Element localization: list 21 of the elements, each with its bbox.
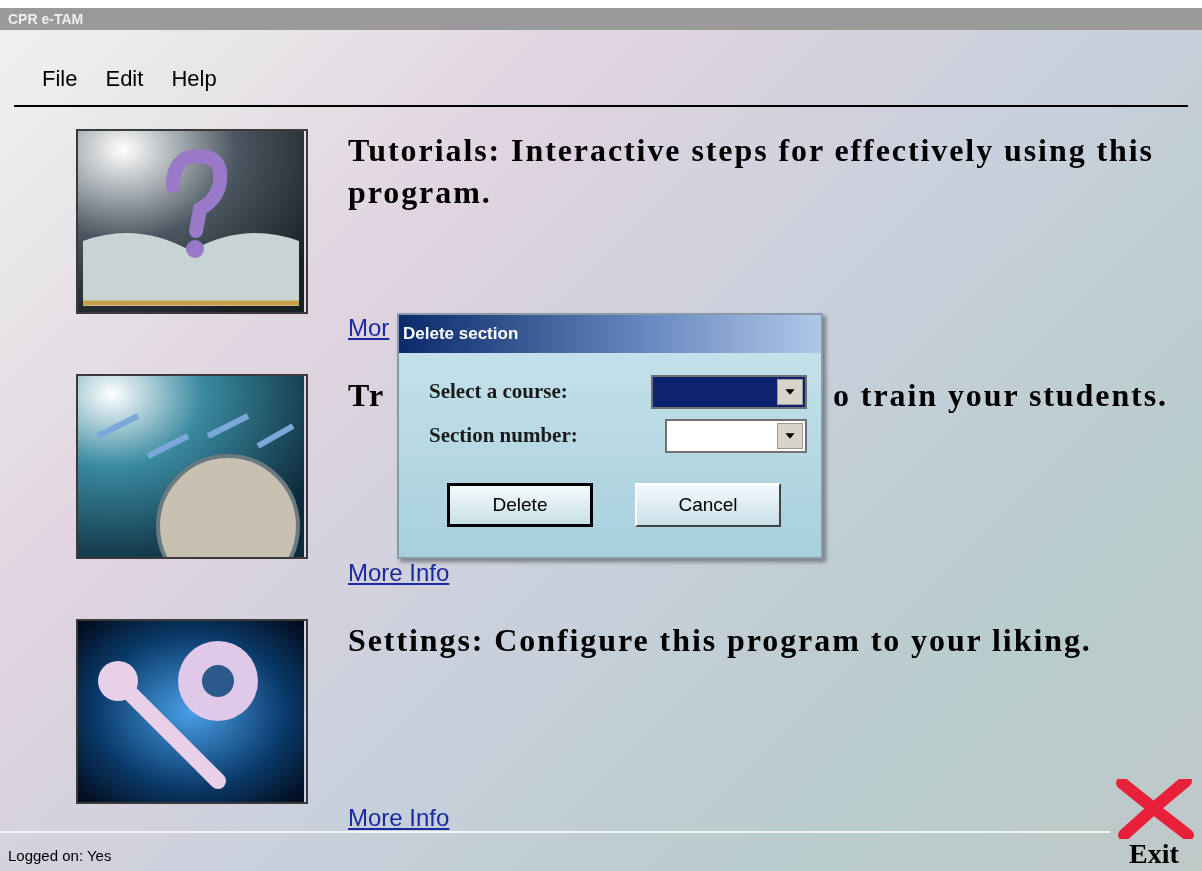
more-info-link[interactable]: Mor [348,315,390,341]
exit-button[interactable]: Exit [1114,779,1194,869]
field-label: Section number: [429,422,578,450]
section-description: Tutorials: Interactive steps for effectively using this program. [348,131,1155,212]
section-description: Settings: Configure this program to your liking. [348,621,1092,660]
more-info-link[interactable]: More Info [348,805,450,831]
more-info-link[interactable]: More Info [348,560,450,586]
status-text: Logged on: Yes [8,845,112,866]
menu-item[interactable]: File [42,62,78,95]
section-description: o train your students. [832,376,1168,415]
dialog-title: Delete section [403,323,519,346]
dropdown-field[interactable] [665,419,807,453]
window-title: CPR e-TAM [8,9,84,29]
section-description: Tr [348,376,385,415]
menu-item[interactable]: Edit [105,62,144,95]
menu-item[interactable]: Help [171,62,217,95]
dialog-button[interactable]: Cancel [635,483,781,527]
dialog-button[interactable]: Delete [447,483,593,527]
field-label: Select a course: [429,378,568,406]
dropdown-field[interactable] [651,375,807,409]
close-cross-icon [1114,779,1194,839]
